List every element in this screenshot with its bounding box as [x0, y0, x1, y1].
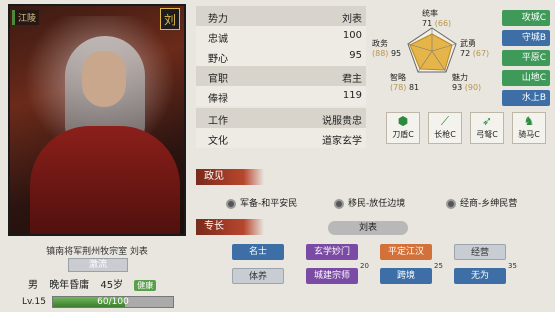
terrain-defend[interactable]: 守城B — [502, 30, 550, 46]
attribute-radar: 统率 71 (66) 武勇 72 (67) 魅力 93 (90) 智略 (78) 81 … — [372, 6, 492, 98]
weapon-bow[interactable]: ➶ 弓弩C — [470, 112, 504, 144]
shield-icon: ⬢ — [397, 114, 409, 128]
skill-badge: 35 — [508, 262, 517, 270]
horse-icon: ♞ — [523, 114, 535, 128]
terrain-water[interactable]: 水上B — [502, 90, 550, 106]
stat-row: 俸禄 119 — [196, 86, 366, 106]
skill-item[interactable]: 跨境 — [380, 268, 432, 284]
stat-row: 势力 刘表 — [196, 6, 366, 26]
skill-item[interactable]: 体养 — [232, 268, 284, 284]
weapon-spear[interactable]: ⟋ 长枪C — [428, 112, 462, 144]
location-tag: 江陵 — [12, 10, 40, 25]
skill-item[interactable]: 城建宗师 — [306, 268, 358, 284]
general-portrait — [8, 4, 186, 236]
policy-item[interactable]: 移民-放任边境 — [334, 196, 405, 209]
terrain-plain[interactable]: 平原C — [502, 50, 550, 66]
skill-item[interactable]: 平定江汉 — [380, 244, 432, 260]
radar-label-intellect: 智略 (78) 81 — [390, 73, 420, 92]
info-line: 男 晚年昏庸 45岁 健康 — [28, 276, 164, 291]
radar-label-command: 统率 71 (66) — [422, 9, 452, 28]
weapon-shield[interactable]: ⬢ 刀盾C — [386, 112, 420, 144]
radar-label-politics: 政务 (88) 95 — [372, 39, 402, 58]
specialty-name: 刘表 — [328, 221, 408, 235]
spear-icon: ⟋ — [440, 114, 450, 128]
policy-item[interactable]: 经商-乡绅民营 — [446, 196, 517, 209]
health-badge: 健康 — [134, 280, 157, 291]
terrain-siege[interactable]: 攻城C — [502, 10, 550, 26]
stat-row: 文化 道家玄学 — [196, 128, 366, 148]
age-stage: 晚年昏庸 — [49, 280, 90, 291]
faction-seal-icon: 刘 — [160, 8, 180, 30]
policy-icon — [226, 198, 236, 209]
stat-row: 野心 95 — [196, 46, 366, 66]
skill-badge: 25 — [434, 262, 443, 270]
exp-bar: 60/100 — [52, 296, 174, 308]
gender: 男 — [28, 280, 38, 291]
skill-badge: 20 — [360, 262, 369, 270]
stat-row: 忠诚 100 — [196, 26, 366, 46]
bow-icon: ➶ — [481, 114, 493, 128]
terrain-mountain[interactable]: 山地C — [502, 70, 550, 86]
skill-item[interactable]: 名士 — [232, 244, 284, 260]
skill-item[interactable]: 无为 — [454, 268, 506, 284]
status-box: 激流 — [68, 258, 128, 272]
section-specialty: 专长 — [196, 219, 264, 235]
stat-row: 官职 君主 — [196, 66, 366, 86]
radar-label-valor: 武勇 72 (67) — [460, 39, 490, 58]
level-label: Lv.15 — [22, 297, 46, 307]
weapon-horse[interactable]: ♞ 骑马C — [512, 112, 546, 144]
radar-label-charisma: 魅力 93 (90) — [452, 73, 482, 92]
age: 45岁 — [100, 280, 124, 291]
general-title: 镇南将军荆州牧宗室 刘表 — [46, 247, 148, 257]
exp-text: 60/100 — [97, 297, 129, 307]
policy-icon — [334, 198, 344, 209]
policy-item[interactable]: 军备-和平安民 — [226, 196, 297, 209]
skill-item[interactable]: 玄学妙门 — [306, 244, 358, 260]
skill-item[interactable]: 经营 — [454, 244, 506, 260]
section-policy: 政见 — [196, 169, 264, 185]
stat-row: 工作 说服贵忠 — [196, 108, 366, 128]
policy-icon — [446, 198, 456, 209]
